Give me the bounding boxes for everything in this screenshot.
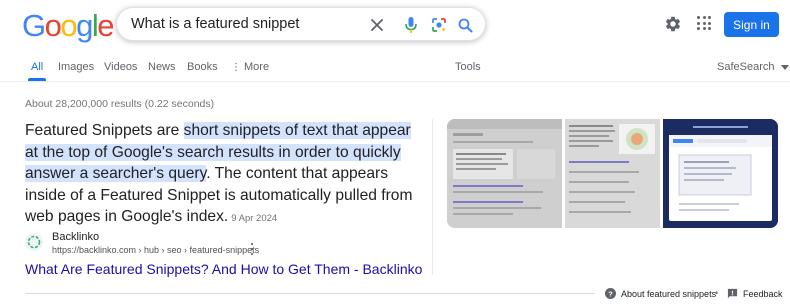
tabs-divider	[0, 81, 790, 82]
backlinko-favicon[interactable]	[25, 233, 43, 251]
tab-all[interactable]: All	[31, 61, 43, 73]
lens-camera-icon[interactable]	[429, 15, 449, 35]
about-featured-snippets-label: About featured snippets	[621, 288, 717, 299]
sign-in-button[interactable]: Sign in	[724, 12, 779, 37]
snippet-image-1[interactable]	[447, 119, 562, 228]
logo-letter: o	[44, 8, 62, 43]
feedback-link[interactable]: Feedback	[727, 288, 783, 299]
search-tabs: All Images Videos News Books ⋮ More Tools…	[0, 61, 790, 83]
logo-letter: e	[97, 8, 114, 43]
svg-text:?: ?	[608, 289, 613, 298]
logo-letter: g	[76, 8, 93, 43]
more-vertical-icon: ⋮	[231, 62, 241, 73]
microphone-icon[interactable]	[401, 15, 421, 35]
search-icon[interactable]	[455, 15, 475, 35]
logo-letter: o	[60, 8, 77, 43]
search-query-text[interactable]: What is a featured snippet	[131, 16, 299, 32]
feedback-icon	[727, 288, 738, 299]
search-box[interactable]: What is a featured snippet	[116, 7, 486, 41]
result-stats: About 28,200,000 results (0.22 seconds)	[25, 98, 215, 110]
about-featured-snippets-link[interactable]: ? About featured snippets	[605, 288, 716, 299]
tab-more-label: More	[244, 61, 270, 73]
safesearch-button[interactable]: SafeSearch	[717, 61, 789, 73]
settings-gear-icon[interactable]	[664, 15, 684, 35]
snippet-image-3[interactable]	[663, 119, 778, 228]
apps-grid-icon[interactable]	[697, 16, 711, 30]
footer-separator: •	[715, 288, 719, 298]
snippet-lead: Featured Snippets are	[25, 122, 184, 139]
google-logo[interactable]: Google	[22, 8, 114, 43]
clear-icon[interactable]	[367, 15, 387, 35]
snippet-divider	[432, 119, 433, 275]
tab-images[interactable]: Images	[58, 61, 94, 73]
tab-news[interactable]: News	[148, 61, 176, 73]
feedback-label: Feedback	[743, 288, 783, 299]
tools-button[interactable]: Tools	[455, 61, 481, 73]
source-url[interactable]: https://backlinko.com › hub › seo › feat…	[52, 245, 259, 255]
snippet-image-2[interactable]	[565, 119, 660, 228]
result-title-link[interactable]: What Are Featured Snippets? And How to G…	[25, 261, 422, 277]
result-menu-icon[interactable]	[249, 243, 255, 255]
source-site-name[interactable]: Backlinko	[52, 231, 99, 243]
logo-letter: G	[22, 8, 46, 43]
dropdown-arrow-icon	[780, 64, 789, 70]
snippet-date: 9 Apr 2024	[231, 213, 278, 224]
help-circle-icon: ?	[605, 288, 616, 299]
tab-books[interactable]: Books	[187, 61, 218, 73]
tab-more[interactable]: ⋮ More	[231, 61, 269, 73]
featured-snippet-text: Featured Snippets are short snippets of …	[25, 120, 420, 230]
footer-divider	[25, 293, 595, 294]
tab-videos[interactable]: Videos	[104, 61, 137, 73]
safesearch-label: SafeSearch	[717, 61, 775, 73]
